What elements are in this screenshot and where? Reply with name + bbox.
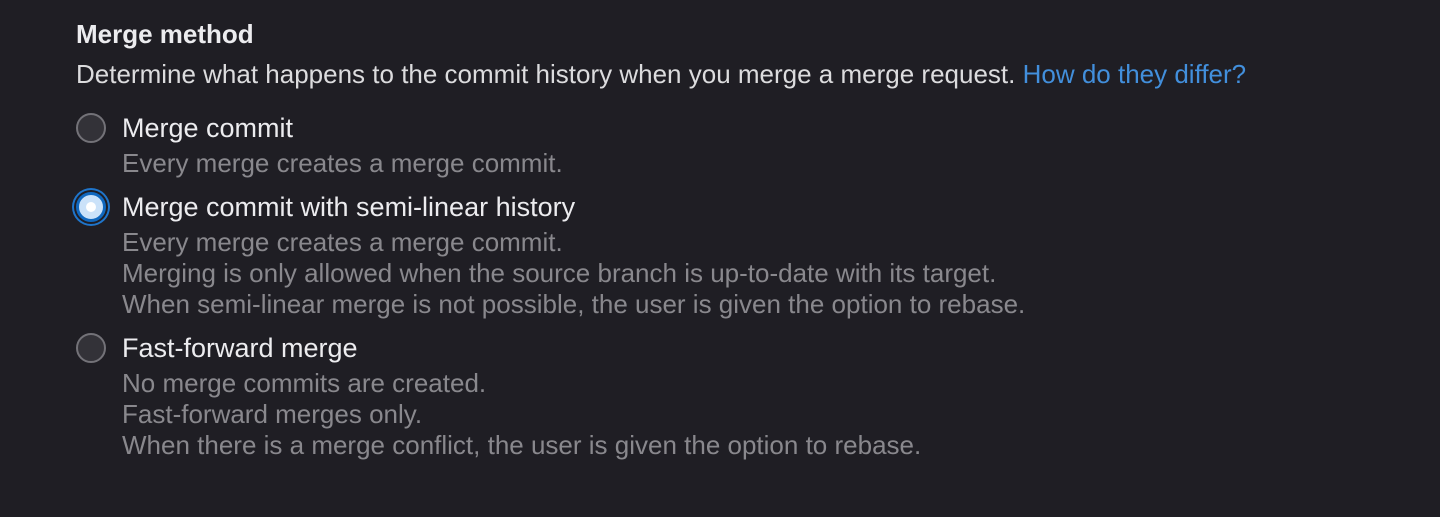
option-merge-commit[interactable]: Merge commit Every merge creates a merge…: [76, 108, 1416, 179]
semi-linear-help-2: Merging is only allowed when the source …: [122, 258, 997, 288]
section-title: Merge method: [76, 19, 254, 49]
option-semi-linear[interactable]: Merge commit with semi-linear history Ev…: [76, 187, 1416, 320]
fast-forward-label[interactable]: Fast-forward merge: [122, 328, 1416, 368]
fast-forward-radio[interactable]: [76, 333, 106, 363]
merge-method-section: Merge method Determine what happens to t…: [76, 14, 1416, 469]
merge-commit-help-1: Every merge creates a merge commit.: [122, 148, 563, 178]
section-description: Determine what happens to the commit his…: [76, 54, 1416, 94]
merge-commit-radio[interactable]: [76, 113, 106, 143]
merge-commit-label[interactable]: Merge commit: [122, 108, 1416, 148]
option-fast-forward[interactable]: Fast-forward merge No merge commits are …: [76, 328, 1416, 461]
fast-forward-help-2: Fast-forward merges only.: [122, 399, 423, 429]
fast-forward-help-1: No merge commits are created.: [122, 368, 487, 398]
fast-forward-help-3: When there is a merge conflict, the user…: [122, 430, 922, 460]
semi-linear-label[interactable]: Merge commit with semi-linear history: [122, 187, 1416, 227]
semi-linear-radio[interactable]: [76, 192, 106, 222]
semi-linear-help-3: When semi-linear merge is not possible, …: [122, 289, 1026, 319]
semi-linear-help-1: Every merge creates a merge commit.: [122, 227, 563, 257]
description-text: Determine what happens to the commit his…: [76, 59, 1016, 89]
how-do-they-differ-link[interactable]: How do they differ?: [1023, 59, 1247, 89]
